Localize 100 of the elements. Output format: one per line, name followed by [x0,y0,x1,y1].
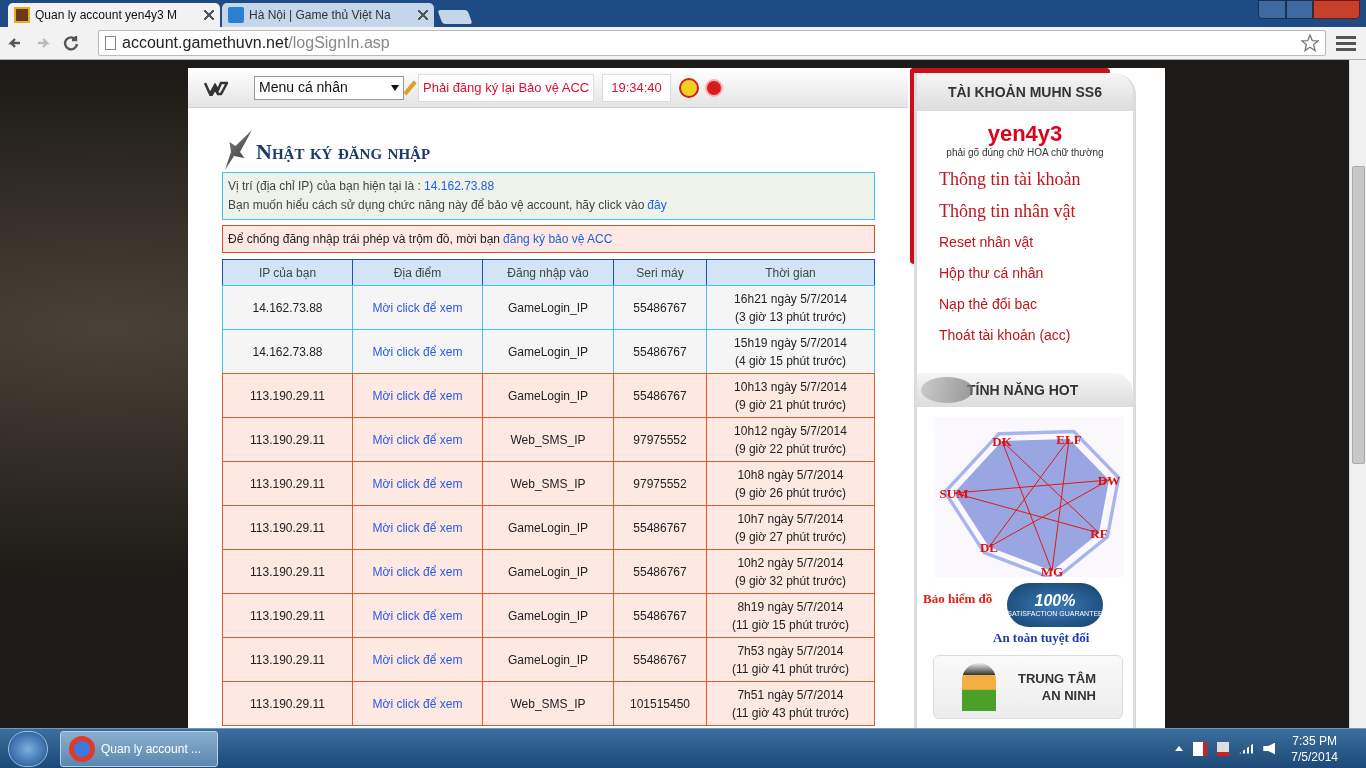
login-time: 10h7 ngày 5/7/2014 [737,510,844,528]
table-cell: 97975552 [613,417,707,462]
class-label: DL [979,540,999,555]
login-time: 10h12 ngày 5/7/2014 [734,422,847,440]
register-protection-link[interactable]: đăng ký bảo vệ ACC [503,230,613,248]
time-ago: (9 giờ 22 phút trước) [734,440,847,458]
location-link[interactable]: Mời click để xem [352,637,483,682]
column-header: Thời gian [706,259,875,286]
taskbar-button[interactable]: Quan ly account ... [60,730,218,767]
location-link[interactable]: Mời click để xem [352,681,483,726]
seal-percent: 100% [1034,592,1076,609]
table-cell: 113.190.29.11 [222,373,353,418]
table-cell: GameLogin_IP [482,593,614,638]
restore-button[interactable] [1286,0,1313,19]
location-link[interactable]: Mời click để xem [352,593,483,638]
url-text: account.gamethuvn.net/logSignIn.asp [122,33,391,53]
location-link[interactable]: Mời click để xem [352,373,483,418]
time-ago: (11 giờ 15 phút trước) [732,616,849,634]
help-text: Bạn muốn hiểu cách sử dụng chức năng này để bảo vệ account, hãy click vào [228,197,645,214]
clock-label: 19:34:40 [602,73,671,102]
close-icon[interactable] [204,10,214,20]
menu-select[interactable]: Menu cá nhân [254,75,404,100]
username-hint: phải gõ đúng chữ HOA chữ thường [945,147,1105,159]
start-button[interactable] [8,730,48,767]
table-cell: 97975552 [613,461,707,506]
table-cell: 55486767 [613,593,707,638]
time-ago: (9 giờ 27 phút trước) [734,528,847,546]
location-link[interactable]: Mời click để xem [352,461,483,506]
class-label: ELF [1056,432,1082,447]
username: yen4y3 [986,121,1064,147]
speaker-icon[interactable] [1263,742,1276,755]
page-icon [105,36,116,50]
page-title: Nhật ký đăng nhập [256,138,431,166]
class-label: DW [1097,473,1121,488]
login-time: 7h53 ngày 5/7/2014 [737,642,844,660]
sidebar-link[interactable]: Thông tin nhân vật [939,195,1076,227]
browser-icon [69,735,95,762]
new-tab-button[interactable] [437,10,473,24]
close-icon[interactable] [418,10,428,20]
table-cell: GameLogin_IP [482,373,614,418]
menu-icon[interactable] [1336,35,1356,51]
location-link[interactable]: Mời click để xem [352,417,483,462]
sidebar-link[interactable]: Hộp thư cá nhân [939,258,1044,289]
reload-icon[interactable] [62,34,80,52]
column-header: Đăng nhập vào [482,259,614,286]
login-time: 10h8 ngày 5/7/2014 [737,466,844,484]
show-hidden-icons[interactable] [1175,746,1184,751]
table-cell: 14.162.73.88 [222,329,353,374]
column-header: Địa điểm [352,259,483,286]
table-cell: GameLogin_IP [482,329,614,374]
table-cell: 55486767 [613,285,707,330]
table-cell: GameLogin_IP [482,549,614,594]
account-header: TÀI KHOẢN MUHN SS6 [917,73,1133,111]
location-link[interactable]: Mời click để xem [352,549,483,594]
security-center-button[interactable]: TRUNG TÂM AN NINH [933,655,1123,719]
letter-favicon-icon [228,7,244,23]
address-bar[interactable]: account.gamethuvn.net/logSignIn.asp [98,30,1326,56]
minimize-button[interactable] [1258,0,1286,19]
table-cell: 113.190.29.11 [222,549,353,594]
ip-info-text: Vị trí (địa chỉ IP) của bạn hiện tại là : 14.162.73.88 [228,178,496,195]
table-cell: Web_SMS_IP [482,417,614,462]
sidebar-link[interactable]: Reset nhân vật [939,227,1034,258]
scrollbar-thumb[interactable] [1351,166,1365,464]
w-logo-icon[interactable] [204,79,228,96]
column-header: IP của bạn [222,259,353,286]
time-ago: (9 giờ 21 phút trước) [734,396,847,414]
table-cell: Web_SMS_IP [482,681,614,726]
login-time: 10h2 ngày 5/7/2014 [737,554,844,572]
browser-tab[interactable]: Quan ly account yen4y3 M [8,3,220,27]
sidebar-link[interactable]: Thông tin tài khoản [939,163,1081,195]
table-cell: 14.162.73.88 [222,285,353,330]
sidebar-link[interactable]: Thoát tài khoản (acc) [939,320,1071,351]
login-time: 10h13 ngày 5/7/2014 [734,378,847,396]
scrollbar[interactable] [1349,60,1366,728]
tab-title: Hà Nội | Game thủ Việt Na [249,7,391,24]
time-ago: (9 giờ 26 phút trước) [734,484,847,502]
table-cell: 113.190.29.11 [222,593,353,638]
location-link[interactable]: Mời click để xem [352,505,483,550]
table-cell: 55486767 [613,637,707,682]
class-label: MG [1040,564,1064,577]
banner-title: Bảo hiểm đồ [923,590,993,608]
table-cell: 55486767 [613,329,707,374]
table-cell: GameLogin_IP [482,637,614,682]
table-cell: 55486767 [613,549,707,594]
class-label: DK [992,434,1012,449]
location-link[interactable]: Mời click để xem [352,285,483,330]
site-favicon-icon [14,7,30,23]
help-link[interactable]: đây [647,196,667,215]
location-link[interactable]: Mời click để xem [352,329,483,374]
table-cell: 113.190.29.11 [222,505,353,550]
star-icon[interactable] [1301,34,1319,52]
time-ago: (3 giờ 13 phút trước) [734,308,847,326]
table-cell: 101515450 [613,681,707,726]
browser-tab[interactable]: Hà Nội | Game thủ Việt Na [222,3,434,27]
system-clock[interactable]: 7:35 PM 7/5/2014 [1291,732,1338,765]
table-cell: 113.190.29.11 [222,637,353,682]
sidebar-link[interactable]: Nạp thẻ đổi bạc [939,289,1038,320]
class-label: SUM [939,486,969,501]
table-cell: GameLogin_IP [482,505,614,550]
table-cell: 113.190.29.11 [222,681,353,726]
